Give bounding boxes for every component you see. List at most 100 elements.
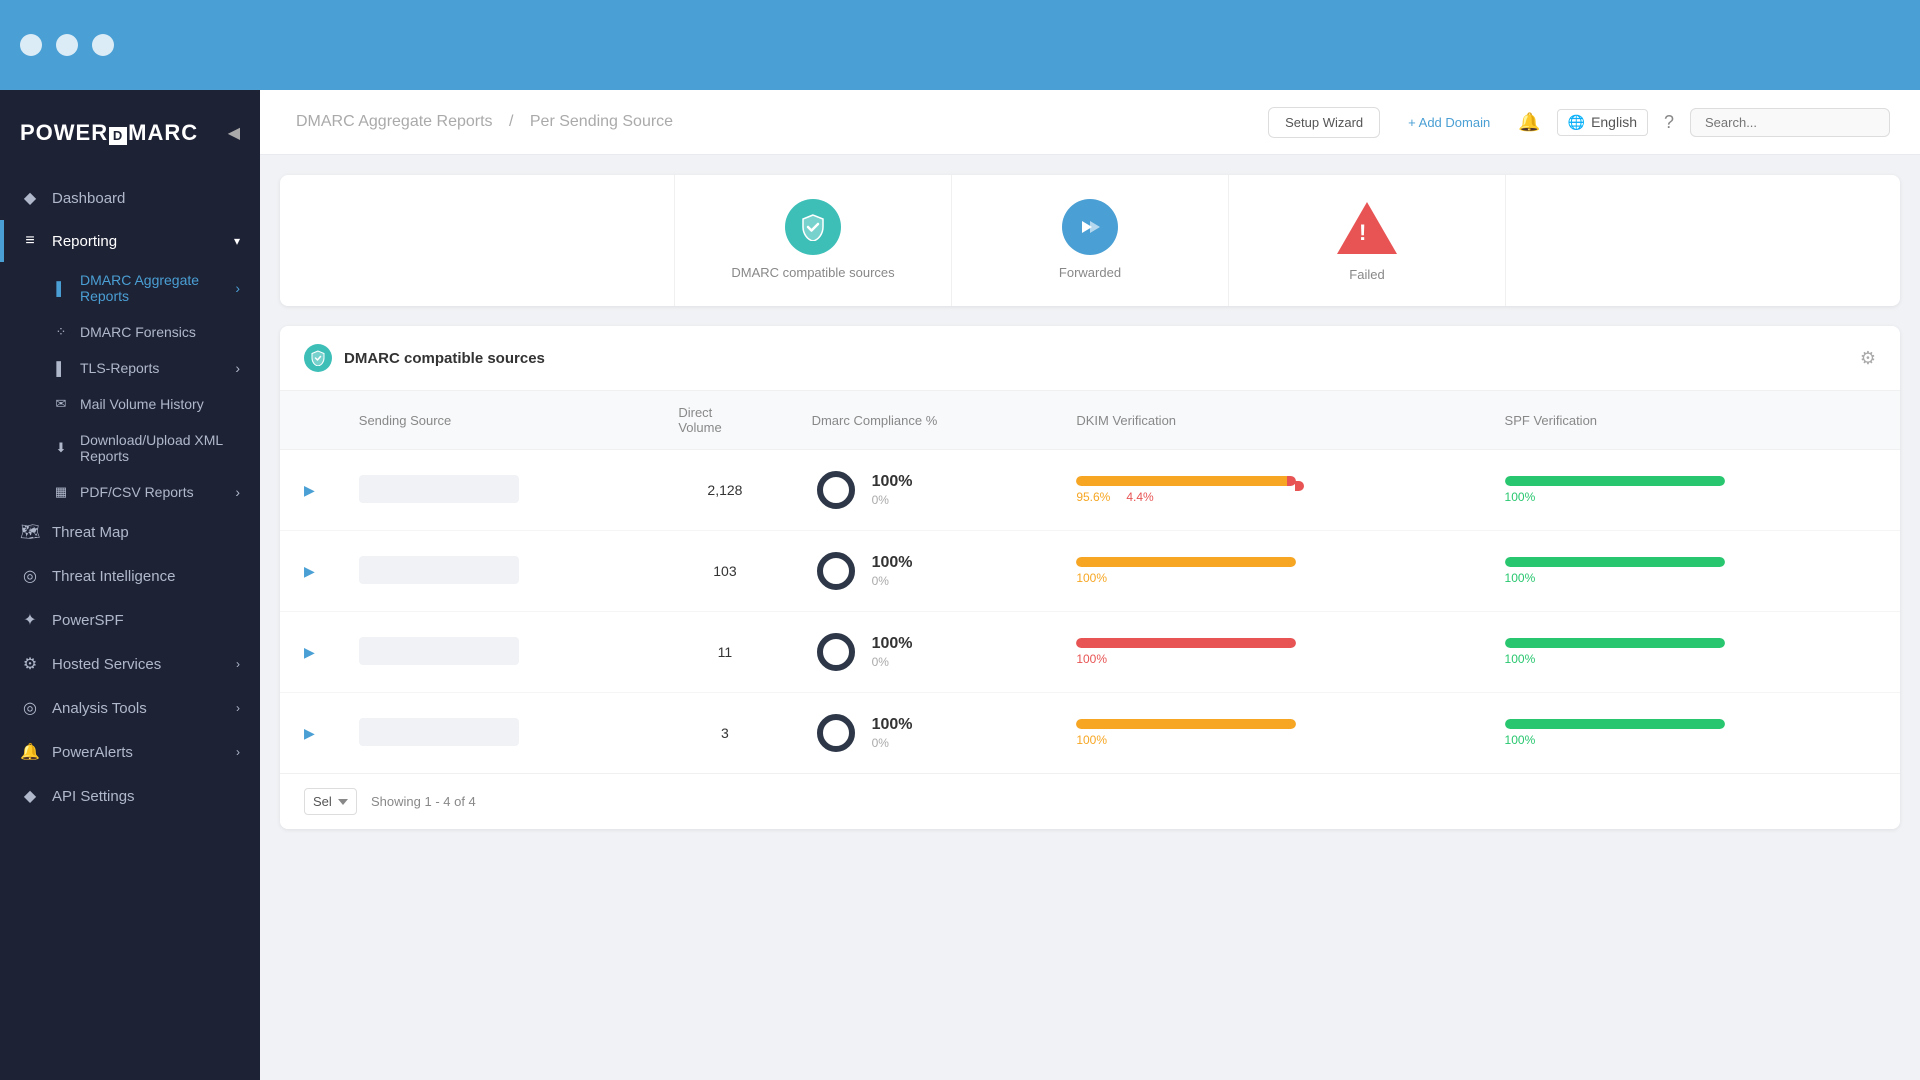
forensics-icon: ⁘ [52, 324, 70, 340]
spf-bar-bg-1 [1505, 557, 1725, 567]
sidebar-item-download-upload[interactable]: ⬇ Download/Upload XML Reports [0, 422, 260, 474]
search-input[interactable] [1690, 108, 1890, 137]
api-icon: ◆ [20, 786, 40, 806]
spf-bar-fill-0 [1505, 476, 1725, 486]
hosted-icon: ⚙ [20, 654, 40, 674]
setup-wizard-button[interactable]: Setup Wizard [1268, 107, 1380, 138]
col-dmarc-compliance: Dmarc Compliance % [792, 391, 1057, 450]
dkim-bar-fill-1 [1076, 557, 1296, 567]
help-icon[interactable]: ? [1664, 112, 1674, 133]
compliance-sub-0: 0% [872, 493, 913, 509]
failed-stat-label: Failed [1349, 267, 1384, 282]
per-page-select[interactable]: Sel 10 25 50 [304, 788, 357, 815]
compliance-pct-2: 100% [872, 634, 913, 655]
sidebar-item-pdf-csv[interactable]: ▦ PDF/CSV Reports › [0, 474, 260, 510]
sidebar-label-tls-reports: TLS-Reports [80, 360, 159, 376]
source-cell-3 [339, 693, 659, 774]
sidebar-collapse-btn[interactable]: ◀ [228, 123, 240, 143]
source-name-3 [359, 718, 519, 746]
failed-icon-wrap [1337, 199, 1397, 257]
col-direct-volume: DirectVolume [658, 391, 791, 450]
window-controls [20, 34, 114, 56]
pagination-info: Showing 1 - 4 of 4 [371, 794, 476, 809]
sidebar-item-threat-map[interactable]: 🗺 Threat Map [0, 510, 260, 554]
volume-cell-3: 3 [658, 693, 791, 774]
chevron-down-icon: ▾ [234, 234, 240, 248]
settings-gear-button[interactable]: ⚙ [1860, 348, 1876, 369]
spf-bar-fill-3 [1505, 719, 1725, 729]
main-content: DMARC Aggregate Reports / Per Sending So… [260, 90, 1920, 1080]
source-cell-0 [339, 450, 659, 531]
spf-bar-fill-1 [1505, 557, 1725, 567]
warning-triangle-icon [1337, 202, 1397, 254]
sidebar-label-analysis-tools: Analysis Tools [52, 700, 147, 717]
compliance-cell-1: 100% 0% [792, 531, 1057, 612]
tls-icon: ▌ [52, 361, 70, 376]
notification-icon[interactable]: 🔔 [1518, 112, 1540, 133]
sidebar-item-poweralerts[interactable]: 🔔 PowerAlerts › [0, 730, 260, 774]
table-footer: Sel 10 25 50 Showing 1 - 4 of 4 [280, 773, 1900, 829]
forwarded-stat-label: Forwarded [1059, 265, 1121, 280]
compliance-pct-3: 100% [872, 715, 913, 736]
col-sending-source: Sending Source [339, 391, 659, 450]
powerspf-icon: ✦ [20, 610, 40, 630]
bar-chart-icon: ▌ [52, 281, 70, 296]
sidebar-item-mail-volume[interactable]: ✉ Mail Volume History [0, 386, 260, 422]
source-name-0 [359, 475, 519, 503]
spf-label-2: 100% [1505, 652, 1536, 666]
spf-bar-bg-3 [1505, 719, 1725, 729]
language-selector[interactable]: 🌐 English [1557, 109, 1648, 136]
volume-cell-2: 11 [658, 612, 791, 693]
sidebar-label-threat-intelligence: Threat Intelligence [52, 568, 175, 585]
sidebar-label-threat-map: Threat Map [52, 524, 129, 541]
compliance-sub-2: 0% [872, 655, 913, 671]
dmarc-shield-icon [785, 199, 841, 255]
spf-cell-1: 100% [1485, 531, 1900, 612]
sidebar-item-tls-reports[interactable]: ▌ TLS-Reports › [0, 350, 260, 386]
dkim-bar-bg-1 [1076, 557, 1296, 567]
source-cell-1 [339, 531, 659, 612]
sidebar-item-reporting[interactable]: ≡ Reporting ▾ [0, 220, 260, 262]
dkim-bar-bg-3 [1076, 719, 1296, 729]
sidebar-item-dashboard[interactable]: ◆ Dashboard [0, 176, 260, 220]
table-row: ▶ 2,128 100% 0% [280, 450, 1900, 531]
spf-label-0: 100% [1505, 490, 1536, 504]
expand-button-0[interactable]: ▶ [300, 478, 319, 503]
sidebar-item-powerspf[interactable]: ✦ PowerSPF [0, 598, 260, 642]
dkim-cell-3: 100% [1056, 693, 1484, 774]
sidebar-item-threat-intelligence[interactable]: ◎ Threat Intelligence [0, 554, 260, 598]
compliance-sub-1: 0% [872, 574, 913, 590]
content-area: DMARC compatible sources Forwarded [260, 155, 1920, 1080]
add-domain-button[interactable]: + Add Domain [1396, 108, 1502, 137]
section-title: DMARC compatible sources [344, 350, 1848, 367]
sidebar-label-powerspf: PowerSPF [52, 612, 124, 629]
expand-button-1[interactable]: ▶ [300, 559, 319, 584]
sidebar-label-reporting: Reporting [52, 233, 117, 250]
expand-cell: ▶ [280, 450, 339, 531]
sidebar-label-pdf-csv: PDF/CSV Reports [80, 484, 194, 500]
spf-bar-bg-0 [1505, 476, 1725, 486]
expand-button-3[interactable]: ▶ [300, 721, 319, 746]
dkim-pass-label-1: 100% [1076, 571, 1107, 585]
sidebar-item-hosted-services[interactable]: ⚙ Hosted Services › [0, 642, 260, 686]
breadcrumb-part2: Per Sending Source [530, 113, 673, 130]
sidebar-item-dmarc-forensics[interactable]: ⁘ DMARC Forensics [0, 314, 260, 350]
compliance-pct-1: 100% [872, 553, 913, 574]
volume-cell-1: 103 [658, 531, 791, 612]
dkim-pass-label-3: 100% [1076, 733, 1107, 747]
analysis-chevron-icon: › [236, 701, 240, 715]
sidebar-item-analysis-tools[interactable]: ◎ Analysis Tools › [0, 686, 260, 730]
alert-icon: 🔔 [20, 742, 40, 762]
sidebar-label-dmarc-forensics: DMARC Forensics [80, 324, 196, 340]
sidebar-item-dmarc-aggregate[interactable]: ▌ DMARC Aggregate Reports › [0, 262, 260, 314]
expand-button-2[interactable]: ▶ [300, 640, 319, 665]
section-shield-icon [304, 344, 332, 372]
window-dot-3 [92, 34, 114, 56]
sidebar-logo: POWERDMARC ◀ [0, 100, 260, 176]
table-row: ▶ 103 100% 0% [280, 531, 1900, 612]
col-expand [280, 391, 339, 450]
sidebar-item-api-settings[interactable]: ◆ API Settings [0, 774, 260, 818]
compliance-cell-2: 100% 0% [792, 612, 1057, 693]
diamond-icon: ◆ [20, 188, 40, 208]
dmarc-stat-label: DMARC compatible sources [731, 265, 894, 280]
